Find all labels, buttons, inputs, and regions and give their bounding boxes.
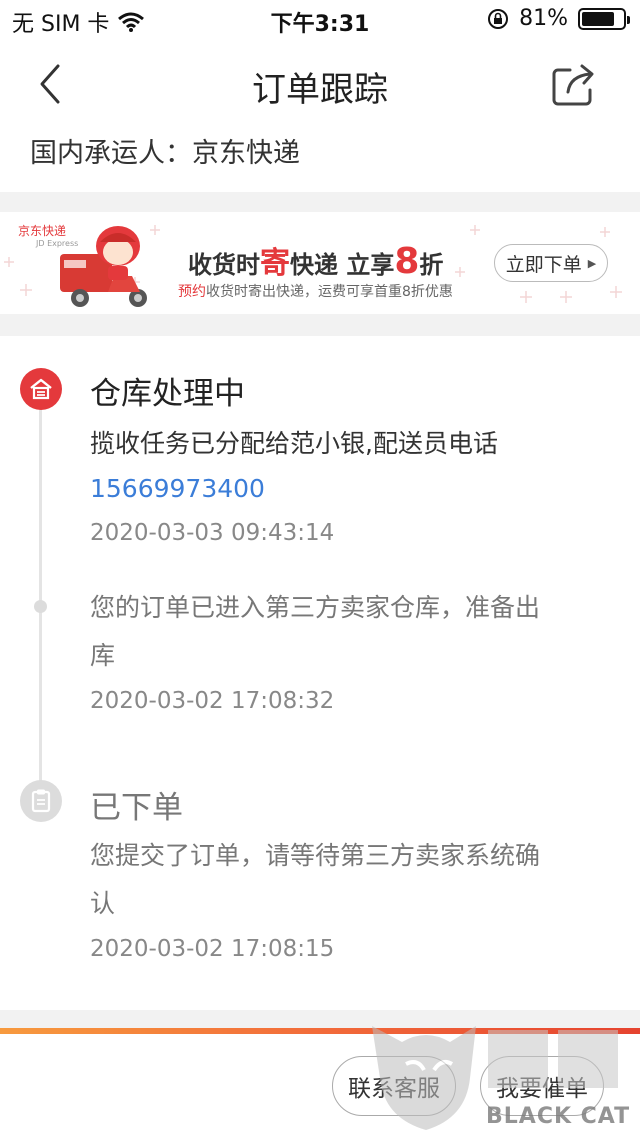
banner-subtitle: 预约收货时寄出快递，运费可享首重8折优惠 bbox=[178, 284, 453, 300]
rotation-lock-icon bbox=[488, 8, 509, 29]
warehouse-icon bbox=[20, 368, 62, 410]
event-description: 您的订单已进入第三方卖家仓库，准备出 库 bbox=[90, 593, 541, 670]
battery-percent: 81% bbox=[519, 6, 568, 31]
accent-strip bbox=[0, 1028, 640, 1034]
event-description: 您提交了订单，请等待第三方卖家系统确 认 bbox=[90, 841, 541, 918]
order-now-button[interactable]: 立即下单 ▶ bbox=[494, 244, 608, 282]
banner-headline: 收货时寄快递 立享8折 bbox=[188, 241, 444, 282]
event-time: 2020-03-02 17:08:15 bbox=[90, 936, 335, 962]
event-title: 仓库处理中 bbox=[90, 376, 245, 412]
nav-bar: 订单跟踪 bbox=[0, 40, 640, 128]
carrier-section: 国内承运人：京东快递 bbox=[0, 128, 640, 192]
promo-banner[interactable]: 京东快递 JD Express 收货时寄快递 立享8折 预约收货时寄出快递，运费… bbox=[0, 212, 640, 314]
event-time: 2020-03-02 17:08:32 bbox=[90, 688, 335, 714]
contact-service-button[interactable]: 联系客服 bbox=[332, 1056, 456, 1116]
carrier-info: 国内承运人：京东快递 bbox=[30, 138, 300, 169]
watermark-text: BLACK CAT bbox=[486, 1104, 631, 1129]
play-arrow-icon: ▶ bbox=[587, 256, 597, 270]
jd-express-logo: 京东快递 JD Express bbox=[18, 224, 79, 248]
event-description: 揽收任务已分配给范小银,配送员电话 bbox=[90, 429, 498, 458]
page-title: 订单跟踪 bbox=[252, 70, 388, 110]
courier-phone-link[interactable]: 15669973400 bbox=[90, 474, 265, 503]
order-placed-icon bbox=[20, 780, 62, 822]
tracking-timeline: 仓库处理中 揽收任务已分配给范小银,配送员电话 15669973400 2020… bbox=[0, 336, 640, 1010]
status-bar: 无 SIM 卡 下午3:31 81% bbox=[0, 0, 640, 40]
battery-icon bbox=[578, 7, 630, 30]
share-icon[interactable] bbox=[550, 62, 598, 108]
event-time: 2020-03-03 09:43:14 bbox=[90, 520, 335, 546]
timeline-line bbox=[39, 390, 42, 790]
event-title: 已下单 bbox=[90, 790, 183, 826]
timeline-dot bbox=[34, 600, 47, 613]
